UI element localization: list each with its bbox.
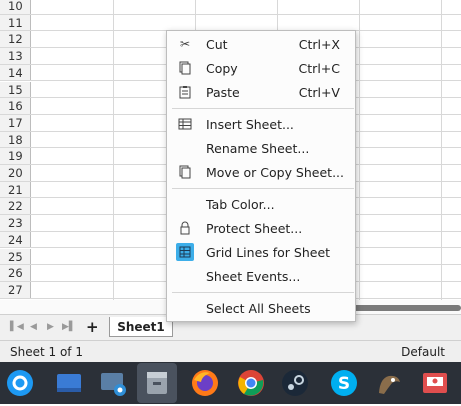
skype-icon[interactable]: S [329, 368, 359, 398]
menu-item-sheet-events[interactable]: Sheet Events... [167, 266, 355, 288]
clipboard-icon [178, 85, 192, 99]
row-header[interactable]: 22 [0, 198, 31, 215]
insert-sheet-icon [178, 117, 192, 131]
grid-row[interactable]: 11 [0, 14, 461, 32]
launcher-icon[interactable] [5, 368, 35, 398]
row-header[interactable]: 18 [0, 131, 31, 148]
next-sheet-icon[interactable]: ▶ [47, 322, 54, 332]
menu-item-protect-sheet[interactable]: Protect Sheet... [167, 218, 355, 240]
row-header[interactable]: 12 [0, 31, 31, 48]
row-header[interactable]: 13 [0, 48, 31, 64]
add-sheet-button[interactable]: + [86, 318, 99, 336]
row-header[interactable]: 21 [0, 181, 31, 198]
row-header[interactable]: 14 [0, 64, 31, 81]
sheet-position-status: Sheet 1 of 1 [10, 345, 83, 359]
screenshot-icon[interactable] [98, 368, 128, 398]
row-header[interactable]: 16 [0, 98, 31, 114]
last-sheet-icon[interactable]: ▶▌ [62, 322, 76, 332]
row-header[interactable]: 25 [0, 248, 31, 265]
row-header[interactable]: 26 [0, 265, 31, 281]
grid-row[interactable]: 10 [0, 0, 461, 15]
firefox-icon[interactable] [190, 368, 220, 398]
menu-separator [172, 108, 354, 109]
row-header[interactable]: 20 [0, 165, 31, 181]
row-header[interactable]: 19 [0, 148, 31, 164]
grid-lines-icon [176, 243, 194, 261]
row-header[interactable]: 23 [0, 215, 31, 231]
menu-item-paste[interactable]: Paste Ctrl+V [167, 82, 355, 104]
move-copy-icon [178, 165, 192, 179]
svg-text:S: S [338, 374, 350, 394]
previous-sheet-icon[interactable]: ◀ [30, 322, 37, 332]
sheet-context-menu: ✂ Cut Ctrl+X Copy Ctrl+C Paste Ctrl+V In… [166, 30, 356, 322]
copy-icon [178, 61, 192, 75]
menu-separator [172, 292, 354, 293]
status-bar: Sheet 1 of 1 Default [0, 340, 461, 362]
row-header[interactable]: 27 [0, 281, 31, 298]
sheet-tab-sheet1[interactable]: Sheet1 [109, 317, 173, 337]
menu-separator [172, 188, 354, 189]
steam-icon[interactable] [280, 368, 310, 398]
row-header[interactable]: 24 [0, 231, 31, 248]
menu-item-tab-color[interactable]: Tab Color... [167, 194, 355, 216]
menu-item-copy[interactable]: Copy Ctrl+C [167, 58, 355, 80]
chrome-icon[interactable] [236, 368, 266, 398]
gimp-icon[interactable] [374, 368, 404, 398]
presentation-icon[interactable] [420, 368, 450, 398]
row-header[interactable]: 15 [0, 81, 31, 98]
menu-item-select-all-sheets[interactable]: Select All Sheets [167, 298, 355, 320]
taskbar: S [0, 362, 461, 404]
page-style-status[interactable]: Default [401, 345, 445, 359]
menu-item-rename-sheet[interactable]: Rename Sheet... [167, 138, 355, 160]
menu-item-insert-sheet[interactable]: Insert Sheet... [167, 114, 355, 136]
file-manager-icon[interactable] [137, 363, 177, 403]
row-header[interactable]: 11 [0, 14, 31, 31]
row-header[interactable]: 17 [0, 114, 31, 131]
menu-item-cut[interactable]: ✂ Cut Ctrl+X [167, 34, 355, 56]
menu-item-move-copy-sheet[interactable]: Move or Copy Sheet... [167, 162, 355, 184]
lock-icon [178, 221, 192, 235]
desktop-icon[interactable] [54, 368, 84, 398]
menu-item-grid-lines[interactable]: Grid Lines for Sheet [167, 242, 355, 264]
first-sheet-icon[interactable]: ▌◀ [10, 322, 24, 332]
row-header[interactable]: 10 [0, 0, 31, 14]
scissors-icon: ✂ [179, 37, 191, 51]
